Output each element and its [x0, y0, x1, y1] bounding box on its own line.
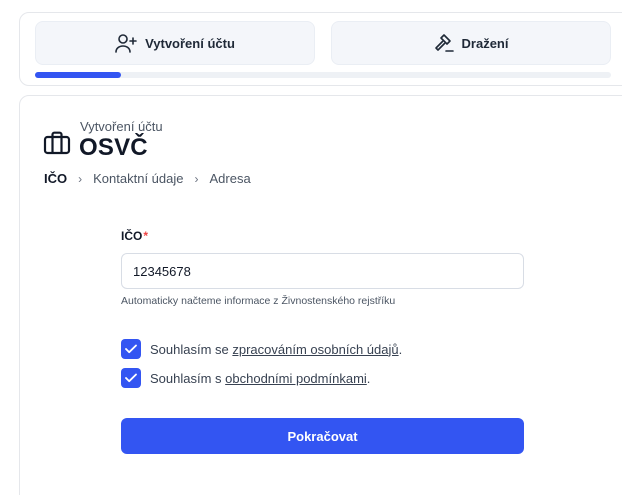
chevron-right-icon: › — [78, 171, 83, 186]
stepper-card: Vytvoření účtu Dražení — [19, 12, 622, 86]
terms-link[interactable]: obchodními podmínkami — [225, 371, 367, 386]
required-mark: * — [143, 229, 149, 243]
breadcrumb: IČO › Kontaktní údaje › Adresa — [44, 171, 251, 186]
consent-personal-suffix: . — [398, 341, 403, 357]
consent-personal-checkbox[interactable] — [121, 339, 141, 359]
progress-bar — [35, 72, 611, 78]
consent-personal-prefix: Souhlasím se — [150, 341, 233, 357]
tab-auction-label: Dražení — [461, 35, 509, 51]
ico-label: IČO* — [121, 229, 148, 243]
breadcrumb-item-ico[interactable]: IČO — [44, 171, 67, 186]
ico-input[interactable] — [121, 253, 524, 289]
consent-terms: Souhlasím s obchodními podmínkami. — [121, 368, 370, 388]
page-subtitle: Vytvoření účtu — [80, 119, 163, 134]
check-icon — [125, 344, 137, 354]
breadcrumb-item-address[interactable]: Adresa — [209, 171, 250, 186]
tab-create-account[interactable]: Vytvoření účtu — [35, 21, 315, 65]
consent-terms-prefix: Souhlasím s — [150, 370, 226, 386]
tab-create-account-label: Vytvoření účtu — [145, 35, 235, 51]
page-title: OSVČ — [79, 134, 148, 161]
briefcase-icon — [43, 130, 71, 161]
breadcrumb-item-contact[interactable]: Kontaktní údaje — [93, 171, 183, 186]
user-plus-icon — [115, 33, 137, 53]
ico-label-text: IČO — [121, 229, 143, 243]
personal-data-link[interactable]: zpracováním osobních údajů — [232, 342, 398, 357]
ico-helper-text: Automaticky načteme informace z Živnoste… — [121, 295, 396, 307]
tab-auction[interactable]: Dražení — [331, 21, 611, 65]
check-icon — [125, 373, 137, 383]
consent-terms-checkbox[interactable] — [121, 368, 141, 388]
chevron-right-icon: › — [194, 171, 199, 186]
continue-button[interactable]: Pokračovat — [121, 418, 524, 454]
page: Vytvoření účtu Dražení Vytvoření účtu OS… — [0, 0, 622, 495]
progress-fill — [35, 72, 122, 78]
gavel-icon — [434, 33, 454, 53]
form-card: Vytvoření účtu OSVČ IČO › Kontaktní údaj… — [19, 95, 622, 495]
consent-personal-data: Souhlasím se zpracováním osobních údajů. — [121, 339, 402, 359]
consent-terms-suffix: . — [366, 370, 371, 386]
